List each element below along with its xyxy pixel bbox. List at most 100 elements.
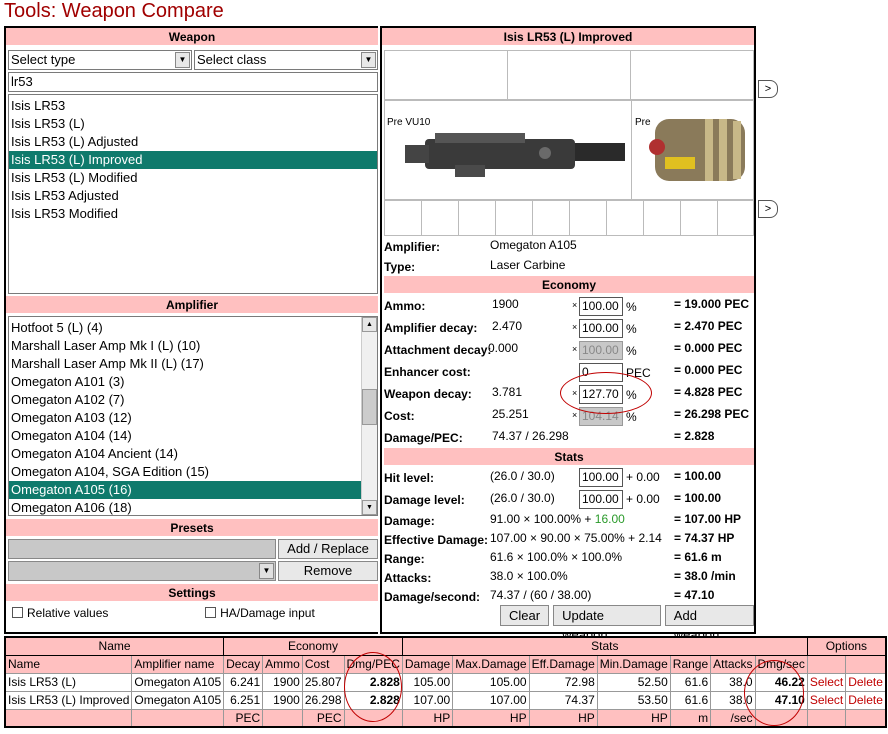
stats-row-dps: Damage/second: 74.37 / (60 / 38.00) = 47…	[384, 587, 754, 607]
col-header[interactable]: Max.Damage	[452, 654, 530, 674]
unit-cell	[845, 708, 887, 728]
list-item[interactable]: Omegaton A104, SGA Edition (15)	[9, 463, 377, 481]
table-units-row: PEC PEC HP HP HP HP m /sec	[4, 708, 887, 728]
list-item[interactable]: Isis LR53	[9, 97, 377, 115]
add-replace-button[interactable]: Add / Replace	[278, 539, 378, 559]
scroll-down-icon[interactable]: ▼	[362, 500, 377, 515]
col-header[interactable]: Attacks	[710, 654, 756, 674]
clear-button[interactable]: Clear	[500, 605, 550, 626]
attachment-slot[interactable]	[643, 200, 681, 236]
list-item[interactable]: Omegaton A106 (18)	[9, 499, 377, 515]
weapon-list[interactable]: Isis LR53 Isis LR53 (L) Isis LR53 (L) Ad…	[8, 94, 378, 294]
row-result: = 2.828	[674, 429, 715, 443]
group-options: Options	[806, 636, 887, 656]
enhancer-cost-input[interactable]: 0	[579, 363, 623, 382]
delete-link[interactable]: Delete	[845, 690, 887, 710]
attachment-slot[interactable]	[384, 50, 508, 100]
col-header[interactable]: Name	[4, 654, 133, 674]
hit-level-input[interactable]: 100.00	[579, 468, 623, 487]
attachment-slot[interactable]	[717, 200, 754, 236]
weapon-search-input[interactable]: lr53	[8, 72, 378, 92]
col-header[interactable]: Amplifier name	[131, 654, 225, 674]
list-item[interactable]: Isis LR53 (L) Adjusted	[9, 133, 377, 151]
col-header[interactable]: Dmg/PEC	[343, 654, 403, 674]
amplifier-scrollbar[interactable]: ▲ ▼	[361, 317, 377, 515]
chevron-right-icon[interactable]: >	[758, 80, 778, 98]
row-label: Hit level:	[384, 471, 435, 485]
list-item[interactable]: Isis LR53 Adjusted	[9, 187, 377, 205]
cell: 105.00	[452, 672, 530, 692]
col-header-empty	[806, 654, 847, 674]
delete-link[interactable]: Delete	[845, 672, 887, 692]
class-select[interactable]: Select class ▼	[194, 50, 378, 70]
row-bonus: + 0.00	[626, 470, 660, 484]
cell: 1900	[262, 672, 303, 692]
chevron-right-icon[interactable]: >	[758, 200, 778, 218]
unit-cell: m	[669, 708, 712, 728]
attachment-slot[interactable]	[630, 50, 754, 100]
row-result: = 61.6 m	[674, 550, 722, 564]
list-item[interactable]: Omegaton A104 (14)	[9, 427, 377, 445]
select-link[interactable]: Select	[806, 690, 847, 710]
list-item[interactable]: Hotfoot 5 (L) (4)	[9, 319, 377, 337]
list-item[interactable]: Omegaton A104 Ancient (14)	[9, 445, 377, 463]
cell: 2.828	[343, 672, 403, 692]
row-value: (26.0 / 30.0)	[490, 491, 555, 505]
attachment-slot[interactable]	[384, 200, 422, 236]
weapon-decay-multiplier-input[interactable]: 127.70	[579, 385, 623, 404]
attachment-slot[interactable]	[680, 200, 718, 236]
row-value: 38.0 × 100.0%	[490, 569, 568, 583]
list-item[interactable]: Omegaton A102 (7)	[9, 391, 377, 409]
col-header[interactable]: Eff.Damage	[528, 654, 598, 674]
preset-name-input[interactable]	[8, 539, 276, 559]
preset-select[interactable]: ▼	[8, 561, 276, 581]
comparison-table: Name Economy Stats Options Name Amplifie…	[4, 636, 887, 728]
attachment-slot[interactable]	[569, 200, 607, 236]
col-header[interactable]: Cost	[301, 654, 345, 674]
attachment-slot[interactable]	[606, 200, 644, 236]
col-header[interactable]: Ammo	[262, 654, 303, 674]
left-panel: Weapon Select type ▼ Select class ▼ lr53 I…	[4, 26, 378, 634]
attachment-slot[interactable]	[458, 200, 496, 236]
damage-level-input[interactable]: 100.00	[579, 490, 623, 509]
list-item[interactable]: Marshall Laser Amp Mk II (L) (17)	[9, 355, 377, 373]
col-header[interactable]: Min.Damage	[596, 654, 671, 674]
row-value: 74.37 / 26.298	[492, 429, 569, 443]
list-item-selected[interactable]: Omegaton A105 (16)	[9, 481, 361, 499]
attachment-slot[interactable]	[507, 50, 631, 100]
list-item[interactable]: Omegaton A101 (3)	[9, 373, 377, 391]
col-header[interactable]: Decay	[223, 654, 264, 674]
scroll-up-icon[interactable]: ▲	[362, 317, 377, 332]
scroll-thumb[interactable]	[362, 389, 377, 425]
list-item[interactable]: Isis LR53 (L)	[9, 115, 377, 133]
table-group-header: Name Economy Stats Options	[4, 636, 887, 656]
damage-bonus: 16.00	[594, 512, 625, 526]
ammo-multiplier-input[interactable]: 100.00	[579, 297, 623, 316]
cell: 38.0	[710, 690, 756, 710]
unit-label: PEC	[626, 366, 651, 380]
list-item[interactable]: Isis LR53 Modified	[9, 205, 377, 223]
remove-button[interactable]: Remove	[278, 561, 378, 581]
ha-damage-label: HA/Damage input	[220, 606, 315, 620]
col-header[interactable]: Range	[669, 654, 712, 674]
presets-header: Presets	[6, 519, 378, 537]
ha-damage-checkbox[interactable]	[205, 607, 217, 618]
unit-label: %	[626, 300, 637, 314]
list-item[interactable]: Marshall Laser Amp Mk I (L) (10)	[9, 337, 377, 355]
update-weapon-button[interactable]: Update weapon	[553, 605, 661, 642]
amplifier-list[interactable]: Hotfoot 5 (L) (4) Marshall Laser Amp Mk …	[8, 316, 378, 516]
list-item-selected[interactable]: Isis LR53 (L) Improved	[9, 151, 377, 169]
relative-values-checkbox[interactable]	[12, 607, 23, 618]
attachment-slot[interactable]	[495, 200, 533, 236]
type-select[interactable]: Select type ▼	[8, 50, 192, 70]
col-header[interactable]: Damage	[401, 654, 454, 674]
add-weapon-button[interactable]: Add weapon	[664, 605, 754, 642]
amp-decay-multiplier-input[interactable]: 100.00	[579, 319, 623, 338]
list-item[interactable]: Isis LR53 (L) Modified	[9, 169, 377, 187]
col-header[interactable]: Dmg/sec	[754, 654, 808, 674]
list-item[interactable]: Omegaton A103 (12)	[9, 409, 377, 427]
select-link[interactable]: Select	[806, 672, 847, 692]
unit-label: %	[626, 322, 637, 336]
attachment-slot[interactable]	[421, 200, 459, 236]
attachment-slot[interactable]	[532, 200, 570, 236]
